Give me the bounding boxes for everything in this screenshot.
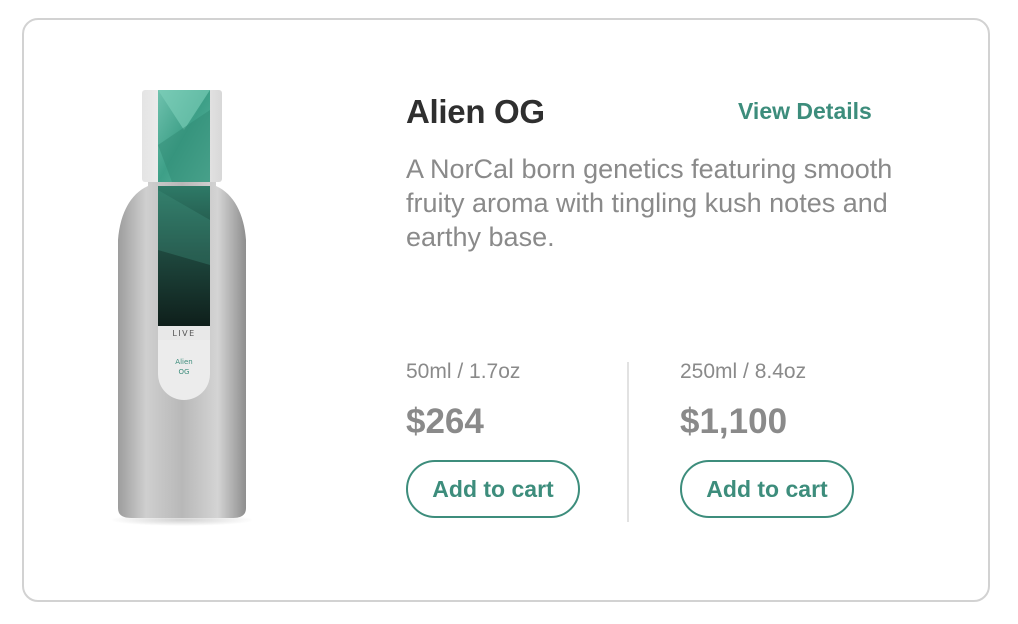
size-label: 50ml / 1.7oz: [406, 360, 521, 383]
option-divider: [627, 362, 629, 522]
product-description: A NorCal born genetics featuring smooth …: [406, 154, 893, 252]
view-details-link[interactable]: View Details: [738, 96, 872, 126]
bottle-label-line1: Alien: [175, 358, 192, 366]
product-title: Alien OG: [406, 93, 545, 130]
price: $1,100: [680, 402, 788, 441]
add-to-cart-button-large[interactable]: Add to cart: [680, 460, 854, 518]
price: $264: [406, 402, 484, 441]
product-card: LIVE Alien OG Alien OG View Details A No…: [22, 18, 990, 602]
product-bottle-image: LIVE Alien OG: [112, 90, 252, 526]
size-option-large: 250ml / 8.4oz $1,100 Add to cart: [680, 358, 880, 518]
bottle-band-text: LIVE: [172, 329, 195, 338]
size-option-small: 50ml / 1.7oz $264 Add to cart: [406, 358, 606, 518]
size-label: 250ml / 8.4oz: [680, 360, 807, 383]
bottle-label-line2: OG: [179, 368, 190, 376]
add-to-cart-button-small[interactable]: Add to cart: [406, 460, 580, 518]
